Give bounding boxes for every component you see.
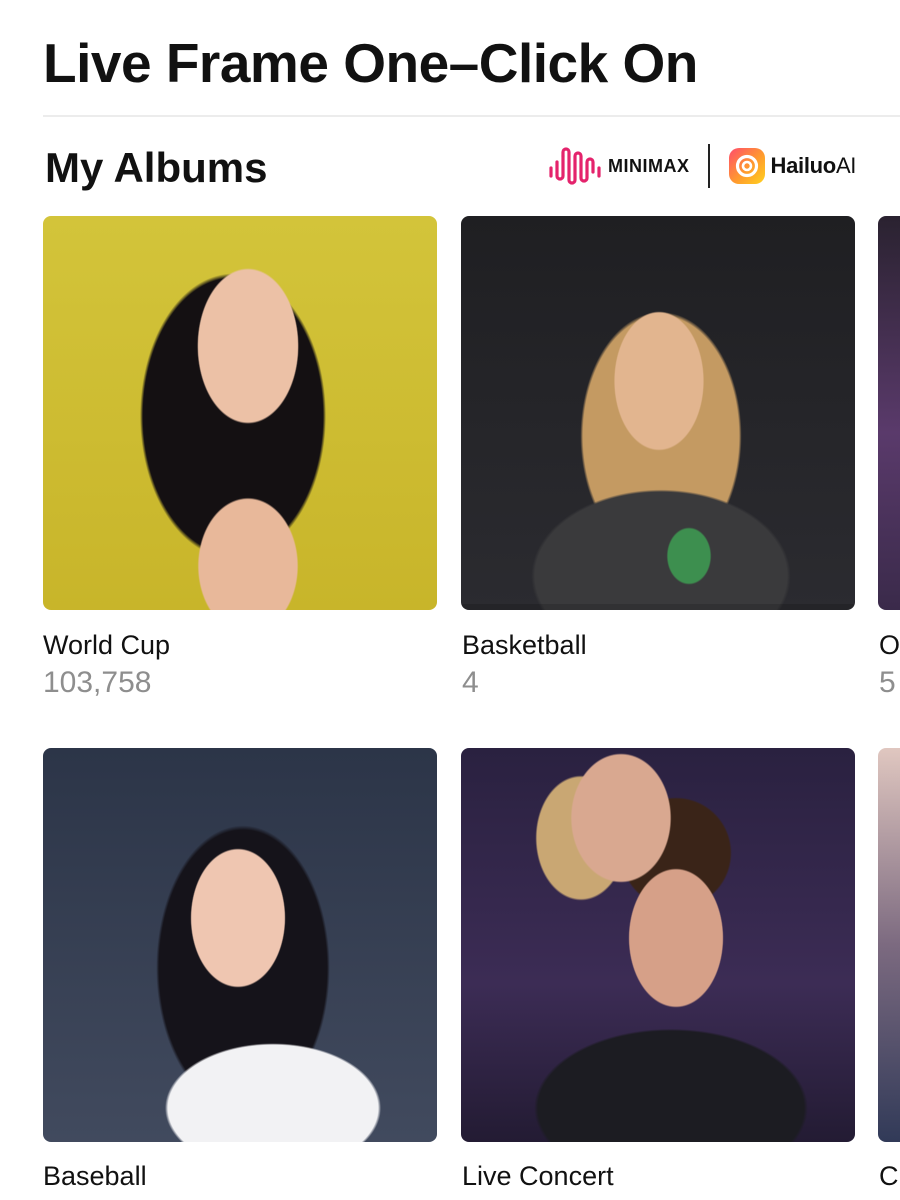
hailuo-logo: HailuoAI bbox=[728, 148, 857, 184]
album-name: World Cup bbox=[43, 630, 171, 660]
minimax-logo: MINIMAX bbox=[548, 144, 690, 188]
minimax-wordmark: MINIMAX bbox=[608, 155, 690, 176]
album-name: C bbox=[879, 1161, 899, 1191]
album-name: Basketball bbox=[462, 630, 587, 660]
header-divider bbox=[43, 115, 900, 117]
hailuo-swirl-icon bbox=[728, 148, 765, 184]
section-title-my-albums: My Albums bbox=[45, 144, 268, 191]
album-thumbnail[interactable] bbox=[43, 216, 437, 610]
brand-logos: MINIMAX HailuoAI bbox=[548, 144, 856, 188]
album-thumbnail[interactable] bbox=[461, 216, 855, 610]
album-thumbnail[interactable] bbox=[878, 748, 900, 1142]
minimax-waveform-icon bbox=[549, 147, 601, 185]
album-name: Baseball bbox=[43, 1161, 147, 1191]
album-count: 4 bbox=[462, 666, 479, 699]
hailuo-wordmark: HailuoAI bbox=[770, 153, 857, 178]
album-thumbnail[interactable] bbox=[878, 216, 900, 610]
album-count: 103,758 bbox=[43, 666, 152, 699]
album-name: O bbox=[879, 630, 900, 660]
album-name: Live Concert bbox=[462, 1161, 614, 1191]
score-overlay-strip bbox=[461, 604, 855, 610]
album-thumbnail[interactable] bbox=[461, 748, 855, 1142]
album-thumbnail[interactable] bbox=[43, 748, 437, 1142]
brand-separator bbox=[707, 144, 710, 188]
page-title: Live Frame One–Click On bbox=[43, 32, 698, 94]
album-count: 5 bbox=[879, 666, 896, 699]
